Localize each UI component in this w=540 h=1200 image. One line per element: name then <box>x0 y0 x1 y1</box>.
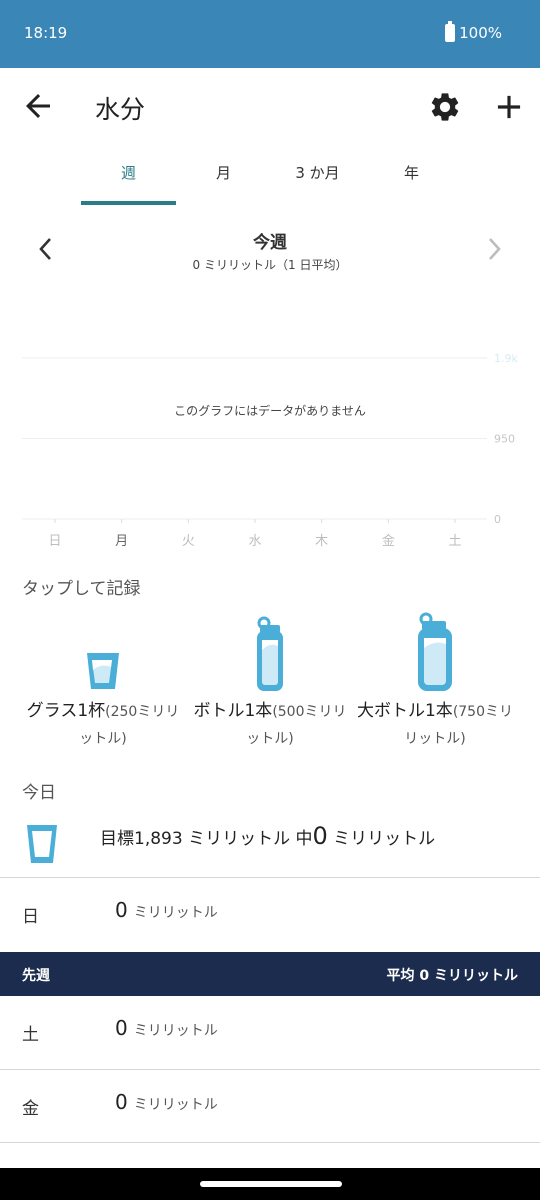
glass-outline-icon <box>27 825 57 863</box>
large-bottle-label: 大ボトル1本 <box>356 701 453 721</box>
period-average: 0 ミリリットル（1 日平均） <box>192 258 348 272</box>
glass-detail-cont: ットル) <box>79 731 127 747</box>
glass-label: グラス1杯 <box>26 701 106 721</box>
x-tick-label: 月 <box>115 534 128 549</box>
tab-week[interactable]: 週 <box>81 162 176 183</box>
day-row[interactable]: 日 0 ミリリットル <box>0 877 540 951</box>
bottle-detail-cont: ットル) <box>246 731 294 747</box>
battery-level: 100% <box>459 24 502 42</box>
today-goal: 目標1,893 ミリリットル 中 <box>100 829 313 849</box>
day-unit: ミリリットル <box>133 905 218 921</box>
today-unit: ミリリットル <box>327 829 436 849</box>
glass-icon <box>87 653 119 689</box>
x-tick-label: 水 <box>248 534 261 549</box>
page-title: 水分 <box>95 95 146 124</box>
period-title: 今週 <box>253 233 287 253</box>
water-chart: このグラフにはデータがありません 1.9k 950 0 日 月 火 水 木 金 土 <box>22 352 518 549</box>
chart-empty-message: このグラフにはデータがありません <box>174 403 366 418</box>
day-unit: ミリリットル <box>133 1023 218 1039</box>
glass-detail: (250ミリリ <box>105 704 180 720</box>
last-week-average: 平均 0 ミリリットル <box>386 968 519 984</box>
x-tick-label: 土 <box>448 534 461 549</box>
day-row[interactable]: 土 0 ミリリットル <box>0 996 540 1070</box>
log-large-bottle-button[interactable]: 大ボトル1本(750ミリ リットル) <box>350 600 520 750</box>
day-value: 0 <box>115 1090 128 1114</box>
x-tick-label: 木 <box>315 534 328 549</box>
day-row[interactable]: 金 0 ミリリットル <box>0 1069 540 1143</box>
day-value: 0 <box>115 898 128 922</box>
x-tick-label: 火 <box>182 534 195 549</box>
day-unit: ミリリットル <box>133 1097 218 1113</box>
chevron-right-icon[interactable] <box>482 234 506 264</box>
last-week-label: 先週 <box>22 968 50 984</box>
period-selector: 今週 0 ミリリットル（1 日平均） <box>0 228 540 278</box>
gear-icon[interactable] <box>428 90 462 124</box>
battery-indicator: 100% <box>445 21 502 42</box>
status-time: 18:19 <box>24 24 68 42</box>
range-tabs: 週 月 3 か月 年 <box>80 144 460 206</box>
large-bottle-icon <box>418 612 452 691</box>
log-bottle-button[interactable]: ボトル1本(500ミリリ ットル) <box>185 600 355 750</box>
y-tick-label: 950 <box>494 433 515 446</box>
today-amount: 0 <box>312 822 328 850</box>
add-icon[interactable] <box>490 88 528 126</box>
battery-icon <box>445 21 456 42</box>
y-tick-label: 0 <box>494 513 501 526</box>
day-row-divider <box>0 1142 540 1168</box>
last-week-header: 先週 平均 0 ミリリットル <box>0 952 540 996</box>
tab-month[interactable]: 月 <box>176 162 271 183</box>
today-heading: 今日 <box>22 783 56 803</box>
day-name: 日 <box>22 907 39 927</box>
x-tick-label: 金 <box>382 533 395 549</box>
log-glass-button[interactable]: グラス1杯(250ミリリ ットル) <box>18 600 188 750</box>
tab-indicator <box>81 201 176 205</box>
gesture-nav-bar <box>0 1168 540 1200</box>
quick-log-heading: タップして記録 <box>22 579 141 599</box>
app-bar: 水分 <box>0 68 540 144</box>
tab-3-months[interactable]: 3 か月 <box>270 162 365 183</box>
tab-year[interactable]: 年 <box>364 162 459 183</box>
bottle-icon <box>257 616 283 691</box>
back-arrow-icon[interactable] <box>20 88 56 124</box>
large-bottle-detail-cont: リットル) <box>404 731 466 747</box>
home-handle[interactable] <box>200 1181 342 1187</box>
day-value: 0 <box>115 1016 128 1040</box>
day-name: 金 <box>22 1099 39 1119</box>
bottle-label: ボトル1本 <box>193 701 273 721</box>
x-tick-label: 日 <box>48 534 61 549</box>
status-bar: 18:19 100% <box>0 0 540 68</box>
y-tick-label: 1.9k <box>494 352 518 365</box>
today-summary: 目標1,893 ミリリットル 中0 ミリリットル <box>0 818 540 874</box>
day-name: 土 <box>22 1025 39 1045</box>
bottle-detail: (500ミリリ <box>272 704 347 720</box>
large-bottle-detail: (750ミリ <box>452 704 513 720</box>
